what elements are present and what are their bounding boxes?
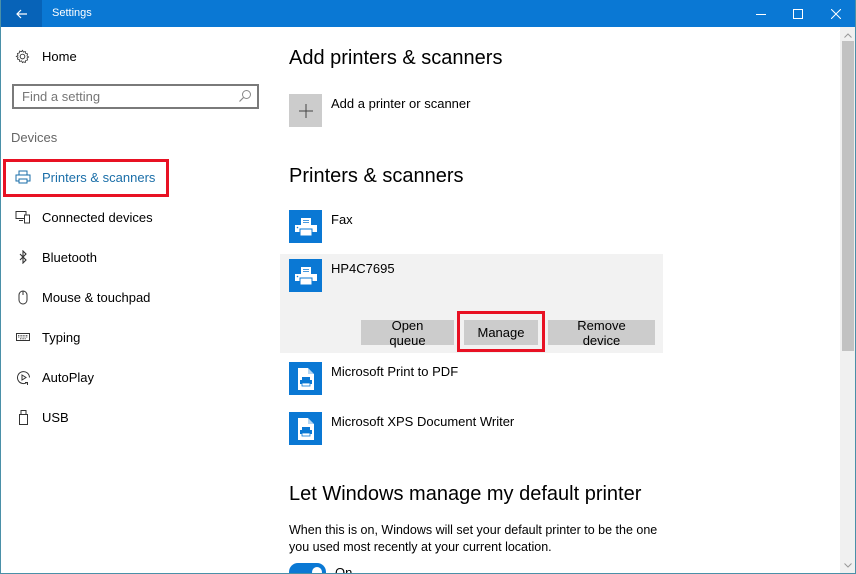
sidebar-item-label: Typing — [42, 329, 81, 345]
toggle-state-label: On — [335, 565, 353, 574]
chevron-down-icon — [844, 562, 852, 568]
maximize-icon — [793, 8, 803, 19]
section-label: Devices — [11, 130, 58, 145]
device-actions: Open queue Manage Remove device — [353, 318, 655, 348]
sidebar-item-label: Bluetooth — [42, 249, 97, 265]
settings-window: Settings Home Devices Printers & sc — [0, 0, 856, 574]
open-queue-button[interactable]: Open queue — [361, 318, 454, 348]
sidebar-item-label: USB — [42, 409, 69, 425]
close-icon — [831, 8, 841, 19]
back-button[interactable] — [1, 0, 42, 27]
sidebar-item-label: Connected devices — [42, 209, 153, 225]
add-printer-label: Add a printer or scanner — [331, 96, 471, 111]
search-input[interactable] — [14, 86, 229, 107]
document-printer-icon — [289, 362, 322, 395]
sidebar-item-connected-devices[interactable]: Connected devices — [3, 199, 279, 235]
mouse-icon — [15, 289, 31, 305]
device-name: Microsoft Print to PDF — [331, 364, 459, 379]
bluetooth-icon — [15, 249, 31, 265]
sidebar-item-usb[interactable]: USB — [3, 399, 279, 435]
close-button[interactable] — [813, 0, 855, 27]
app-title: Settings — [52, 7, 92, 19]
sidebar-item-mouse-touchpad[interactable]: Mouse & touchpad — [3, 279, 279, 315]
home-label: Home — [42, 48, 77, 64]
sidebar-item-autoplay[interactable]: AutoPlay — [3, 359, 279, 395]
scroll-thumb[interactable] — [842, 41, 854, 351]
scroll-down-button[interactable] — [840, 559, 855, 571]
main-content: Add printers & scanners Add a printer or… — [278, 27, 828, 573]
gear-icon — [14, 48, 30, 64]
scroll-up-button[interactable] — [840, 29, 855, 41]
chevron-up-icon — [844, 32, 852, 38]
sidebar-item-bluetooth[interactable]: Bluetooth — [3, 239, 279, 275]
autoplay-icon — [15, 369, 31, 385]
printer-icon — [289, 259, 322, 292]
document-printer-icon — [289, 412, 322, 445]
back-arrow-icon — [15, 9, 27, 18]
sidebar-item-printers-scanners[interactable]: Printers & scanners — [3, 159, 279, 195]
add-printer-button[interactable]: Add a printer or scanner — [289, 94, 470, 127]
home-link[interactable]: Home — [14, 48, 77, 64]
sidebar-item-typing[interactable]: Typing — [3, 319, 279, 355]
sidebar: Home Devices Printers & scanners Connect… — [2, 27, 278, 573]
minimize-icon — [756, 13, 766, 15]
default-printer-toggle[interactable] — [289, 563, 326, 573]
device-item-hp4c7695[interactable]: HP4C7695 Open queue Manage Remove device — [280, 254, 663, 353]
device-item-fax[interactable]: Fax — [280, 205, 663, 251]
search-icon[interactable] — [238, 89, 252, 103]
device-name: HP4C7695 — [331, 261, 395, 276]
default-printer-heading: Let Windows manage my default printer — [289, 483, 642, 505]
printer-icon — [289, 210, 322, 243]
keyboard-icon — [15, 329, 31, 345]
device-item-xps-writer[interactable]: Microsoft XPS Document Writer — [280, 407, 663, 455]
printers-list-heading: Printers & scanners — [289, 165, 464, 187]
sidebar-item-label: Mouse & touchpad — [42, 289, 151, 305]
add-printers-heading: Add printers & scanners — [289, 47, 503, 69]
connected-devices-icon — [15, 209, 31, 225]
sidebar-item-label: AutoPlay — [42, 369, 95, 385]
vertical-scrollbar[interactable] — [840, 27, 855, 573]
printer-icon — [15, 169, 31, 185]
default-printer-description: When this is on, Windows will set your d… — [289, 523, 658, 554]
manage-button[interactable]: Manage — [464, 320, 538, 345]
search-box[interactable] — [12, 84, 259, 109]
title-bar: Settings — [1, 0, 855, 27]
sidebar-item-label: Printers & scanners — [42, 169, 156, 185]
usb-icon — [15, 409, 31, 425]
device-name: Microsoft XPS Document Writer — [331, 414, 515, 429]
device-name: Fax — [331, 212, 353, 227]
device-item-print-to-pdf[interactable]: Microsoft Print to PDF — [280, 357, 663, 405]
toggle-knob — [312, 567, 322, 573]
remove-device-button[interactable]: Remove device — [548, 318, 655, 348]
plus-icon — [289, 94, 322, 127]
